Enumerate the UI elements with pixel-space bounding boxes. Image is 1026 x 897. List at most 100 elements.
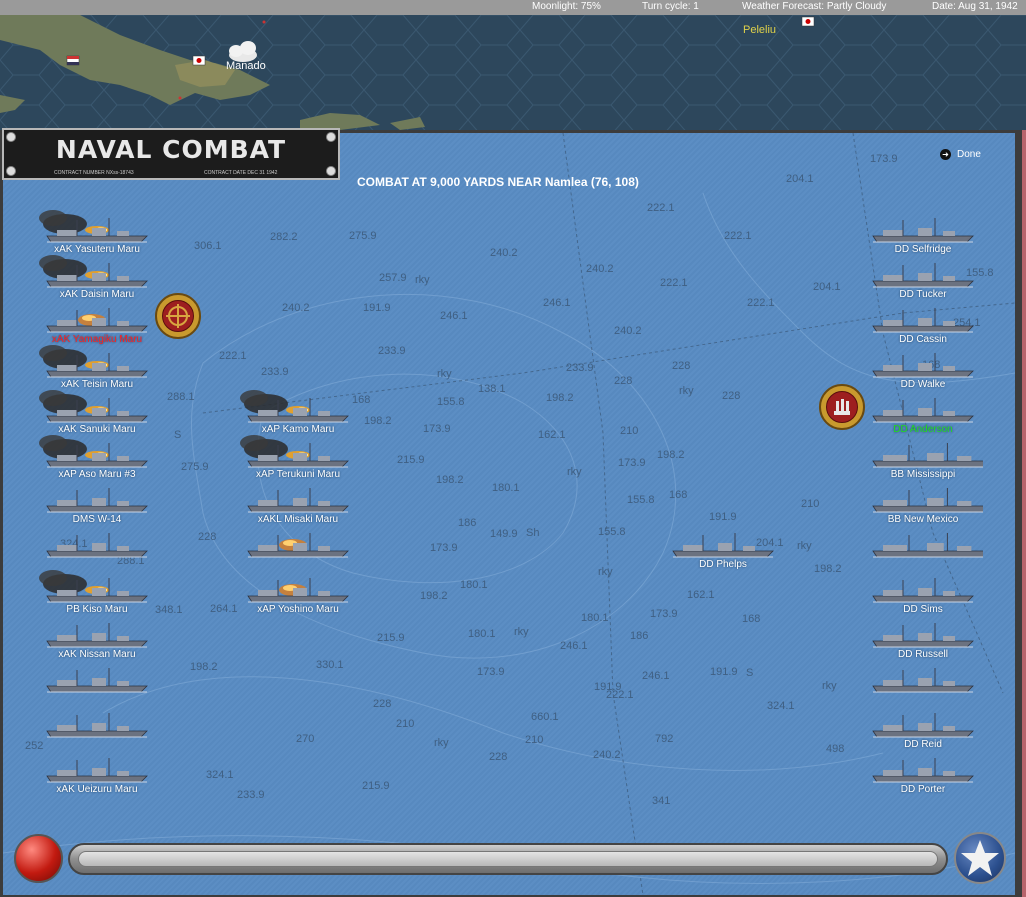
depth-sounding: 222.1 [606,689,634,701]
fleet-badge[interactable] [819,384,865,430]
allied-ship[interactable]: DD Tucker [863,255,983,300]
ship-name-label: xAK Yamagiku Maru [51,334,143,345]
japanese-ship[interactable]: PB Kiso Maru [37,570,157,615]
depth-sounding: rky [598,566,613,578]
depth-sounding: 246.1 [543,297,571,309]
depth-sounding: 149.9 [490,528,518,540]
allied-ship[interactable]: DD Phelps [663,525,783,570]
japanese-ship[interactable]: xAP Kamo Maru [238,390,358,435]
contract-number: CONTRACT NUMBER NXss-18743 [54,170,134,176]
japanese-ship[interactable]: xAK Daisin Maru [37,255,157,300]
ship-name-label: DD Walke [900,379,946,390]
japanese-ship-icon [46,668,148,693]
ship-name-label: DD Reid [904,739,942,750]
japanese-ship[interactable] [37,660,157,705]
ship-name-label: xAK Nissan Maru [58,649,136,660]
japanese-ship[interactable] [37,705,157,750]
japanese-ship[interactable]: xAK Ueizuru Maru [37,750,157,795]
depth-sounding: 792 [655,733,674,745]
depth-sounding: 228 [672,360,691,372]
depth-sounding: 173.9 [870,153,898,165]
strategic-map[interactable]: Peleliu Manado [0,15,1026,130]
depth-sounding: 222.1 [724,230,752,242]
japanese-ship[interactable]: xAK Nissan Maru [37,615,157,660]
star-icon[interactable] [954,832,1006,884]
japanese-ship[interactable] [238,525,358,570]
depth-sounding: 155.8 [627,494,655,506]
depth-sounding: 222.1 [219,350,247,362]
allied-ship[interactable]: BB New Mexico [863,480,983,525]
allied-ship[interactable] [863,525,983,570]
allied-ship[interactable]: DD Walke [863,345,983,390]
progress-track [78,851,938,867]
status-bar: Moonlight: 75% Turn cycle: 1 Weather For… [0,0,1026,16]
allied-ship[interactable]: DD Sims [863,570,983,615]
depth-sounding: 228 [722,390,741,402]
japanese-ship[interactable]: xAK Sanuki Maru [37,390,157,435]
combat-location-text: COMBAT AT 9,000 YARDS NEAR Namlea (76, 1… [357,175,639,189]
ship-name-label: BB Mississippi [890,469,956,480]
rivet-icon [6,166,16,176]
japanese-ship[interactable]: xAP Aso Maru #3 [37,435,157,480]
depth-sounding: 210 [396,718,415,730]
depth-sounding: rky [822,680,837,692]
allied-ship[interactable]: DD Anderson [863,390,983,435]
depth-sounding: 660.1 [531,711,559,723]
ship-name-label: xAP Yoshino Maru [257,604,339,615]
depth-sounding: 155.8 [437,396,465,408]
japanese-ship[interactable]: DMS W-14 [37,480,157,525]
depth-sounding: 204.1 [813,281,841,293]
weather-readout: Weather Forecast: Partly Cloudy [742,1,887,12]
panel-right-edge [1022,130,1026,897]
depth-sounding: 246.1 [642,670,670,682]
depth-sounding: 173.9 [430,542,458,554]
allied-ship[interactable]: BB Mississippi [863,435,983,480]
depth-sounding: 228 [373,698,392,710]
depth-sounding: 162.1 [687,589,715,601]
depth-sounding: rky [514,626,529,638]
arrow-right-icon: ➜ [940,149,951,160]
depth-sounding: 246.1 [440,310,468,322]
place-manado: Manado [226,60,266,72]
ship-name-label: DD Cassin [899,334,947,345]
japanese-ship-icon [46,713,148,738]
depth-sounding: 210 [525,734,544,746]
depth-sounding: 282.2 [270,231,298,243]
depth-sounding: 222.1 [660,277,688,289]
done-button[interactable]: ➜ Done [940,149,981,160]
japanese-ship[interactable]: xAP Terukuni Maru [238,435,358,480]
depth-sounding: 180.1 [460,579,488,591]
red-ball-icon[interactable] [14,834,63,883]
rivet-icon [326,166,336,176]
done-label: Done [957,149,981,161]
depth-sounding: 210 [801,498,820,510]
ship-name-label: xAK Sanuki Maru [58,424,136,435]
japanese-ship[interactable]: xAK Teisin Maru [37,345,157,390]
depth-sounding: 275.9 [349,230,377,242]
depth-sounding: 138.1 [478,383,506,395]
target-badge[interactable] [155,293,201,339]
depth-sounding: 228 [489,751,508,763]
japanese-ship[interactable]: xAKL Misaki Maru [238,480,358,525]
japanese-ship[interactable]: xAK Yasuteru Maru [37,210,157,255]
depth-sounding: 498 [826,743,845,755]
ship-name-label: DD Sims [903,604,943,615]
turn-cycle-readout: Turn cycle: 1 [642,1,699,12]
japanese-ship[interactable]: xAP Yoshino Maru [238,570,358,615]
depth-sounding: 240.2 [593,749,621,761]
depth-sounding: 210 [620,425,639,437]
ship-name-label: xAP Terukuni Maru [255,469,341,480]
allied-ship[interactable]: DD Reid [863,705,983,750]
allied-ship[interactable]: DD Selfridge [863,210,983,255]
japanese-ship[interactable]: xAK Yamagiku Maru [37,300,157,345]
allied-ship-icon [872,668,974,693]
depth-sounding: 240.2 [614,325,642,337]
depth-sounding: 215.9 [377,632,405,644]
depth-sounding: 191.9 [363,302,391,314]
allied-ship[interactable]: DD Porter [863,750,983,795]
allied-ship[interactable]: DD Russell [863,615,983,660]
allied-ship[interactable]: DD Cassin [863,300,983,345]
japanese-ship[interactable] [37,525,157,570]
depth-sounding: 348.1 [155,604,183,616]
allied-ship[interactable] [863,660,983,705]
